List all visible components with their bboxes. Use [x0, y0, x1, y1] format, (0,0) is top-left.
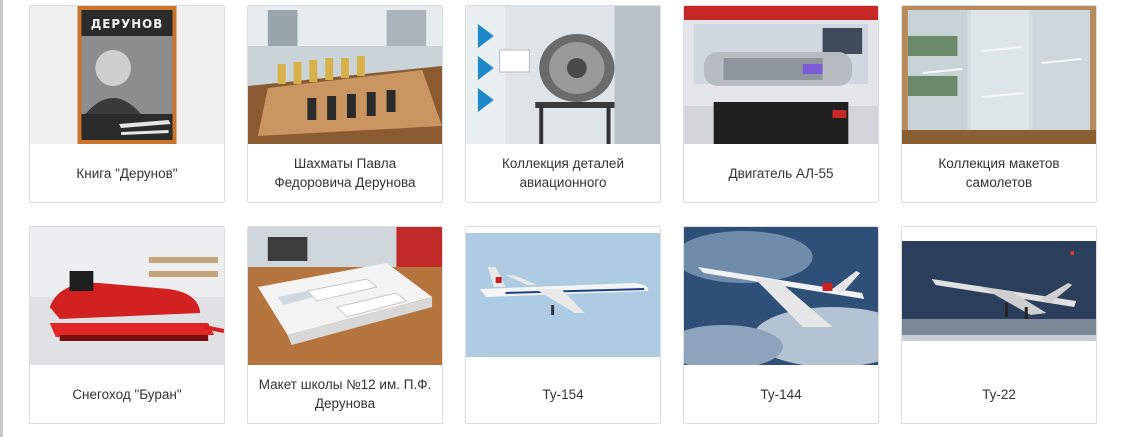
exhibit-gallery: ДЕРУНОВ Книга "Дерунов" Шахматы Павла Фе…: [29, 5, 1099, 424]
book-cover-title: ДЕРУНОВ: [91, 17, 163, 31]
exhibit-image-chess: [248, 6, 442, 144]
exhibit-card-book[interactable]: ДЕРУНОВ Книга "Дерунов": [29, 5, 225, 203]
exhibit-card-aircraft-models[interactable]: Коллекция макетов самолетов: [901, 5, 1097, 203]
exhibit-caption: Двигатель АЛ-55: [728, 165, 834, 181]
exhibit-image-al55-engine: [684, 6, 878, 144]
exhibit-caption: Макет школы №12 им. П.Ф. Дерунова: [258, 377, 432, 411]
exhibit-caption: Ту-154: [542, 386, 584, 402]
exhibit-caption: Книга "Дерунов": [76, 165, 178, 181]
exhibit-card-tu154[interactable]: Ту-154: [465, 226, 661, 424]
exhibit-caption: Снегоход "Буран": [72, 386, 182, 402]
exhibit-image-engine-parts: [466, 6, 660, 144]
exhibit-card-chess[interactable]: Шахматы Павла Федоровича Дерунова: [247, 5, 443, 203]
exhibit-card-school-model[interactable]: Макет школы №12 им. П.Ф. Дерунова: [247, 226, 443, 424]
exhibit-card-engine-parts[interactable]: Коллекция деталей авиационного: [465, 5, 661, 203]
exhibit-image-school-model: [248, 227, 442, 365]
exhibit-caption: Шахматы Павла Федоровича Дерунова: [274, 156, 416, 190]
exhibit-image-snowmobile: [30, 227, 224, 365]
exhibit-card-tu144[interactable]: Ту-144: [683, 226, 879, 424]
left-divider: [0, 0, 3, 437]
exhibit-caption: Ту-144: [760, 386, 802, 402]
exhibit-image-tu154: [466, 227, 660, 365]
exhibit-image-aircraft-models: [902, 6, 1096, 144]
exhibit-card-snowmobile[interactable]: Снегоход "Буран": [29, 226, 225, 424]
exhibit-image-tu144: [684, 227, 878, 365]
exhibit-caption: Коллекция макетов самолетов: [938, 156, 1060, 190]
exhibit-card-tu22[interactable]: Ту-22: [901, 226, 1097, 424]
museum-exhibits-page: ДЕРУНОВ Книга "Дерунов" Шахматы Павла Фе…: [0, 0, 1126, 437]
exhibit-card-al55-engine[interactable]: Двигатель АЛ-55: [683, 5, 879, 203]
exhibit-image-book: ДЕРУНОВ: [30, 6, 224, 144]
exhibit-image-tu22: [902, 227, 1096, 365]
exhibit-caption: Ту-22: [982, 386, 1016, 402]
exhibit-caption: Коллекция деталей авиационного: [502, 156, 624, 190]
